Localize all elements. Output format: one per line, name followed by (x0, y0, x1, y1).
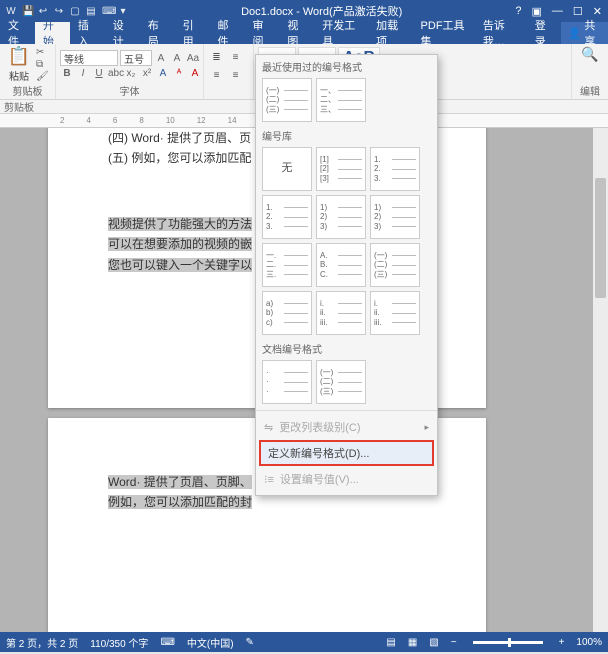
tab-mail[interactable]: 邮件 (210, 22, 245, 44)
numbering-option[interactable]: 1.2.3. (262, 195, 312, 239)
qat-more-icon[interactable]: ▾ (118, 6, 128, 17)
redo-icon[interactable]: ↪ (54, 6, 64, 17)
change-case-icon[interactable]: Aa (186, 53, 200, 64)
grow-font-icon[interactable]: A (154, 53, 168, 64)
view-web-icon[interactable]: ▧ (429, 637, 438, 648)
align-center-icon[interactable]: ≡ (227, 67, 244, 83)
status-ime-icon[interactable]: ⌨ (160, 637, 174, 648)
open-icon[interactable]: ▤ (86, 6, 96, 17)
align-left-icon[interactable]: ≡ (208, 67, 225, 83)
numbering-option[interactable]: a)b)c) (262, 291, 312, 335)
font-color-icon[interactable]: A (188, 68, 202, 79)
tab-pdf[interactable]: PDF工具集 (413, 22, 476, 44)
clipboard-icon: 📋 (8, 46, 30, 67)
tab-layout[interactable]: 布局 (140, 22, 175, 44)
tab-references[interactable]: 引用 (175, 22, 210, 44)
underline-icon[interactable]: U (92, 68, 106, 79)
vertical-scrollbar[interactable] (593, 128, 608, 632)
group-font: 等线 五号 A A Aa B I U abc x₂ x² A ᴬ A (56, 44, 204, 99)
tab-developer[interactable]: 开发工具 (314, 22, 368, 44)
dd-docformat-label: 文档编号格式 (256, 337, 437, 358)
undo-icon[interactable]: ↩ (38, 6, 48, 17)
minimize-icon[interactable]: — (552, 5, 563, 17)
subscript-icon[interactable]: x₂ (124, 68, 138, 79)
status-bar: 第 2 页，共 2 页 110/350 个字 ⌨ 中文(中国) ✎ ▤ ▦ ▧ … (0, 632, 608, 652)
font-size-select[interactable]: 五号 (120, 50, 152, 66)
share-button[interactable]: 👤共享 (561, 22, 608, 44)
shrink-font-icon[interactable]: A (170, 53, 184, 64)
numbering-option[interactable]: (一)(二)(三) (262, 78, 312, 122)
group-edit: 🔍 编辑 (572, 44, 608, 99)
numbering-option[interactable]: i.ii.iii. (316, 291, 366, 335)
view-readmode-icon[interactable]: ▤ (386, 637, 395, 648)
status-words[interactable]: 110/350 个字 (90, 635, 148, 650)
bullets-icon[interactable]: ≣ (208, 49, 225, 65)
dd-library-label: 编号库 (256, 124, 437, 145)
tab-loadtest[interactable]: 加载项 (368, 22, 412, 44)
numbering-dropdown: 最近使用过的编号格式 (一)(二)(三)一、二、三、 编号库 无[1][2][3… (255, 54, 438, 496)
menu-tabs: 文件 开始 插入 设计 布局 引用 邮件 审阅 视图 开发工具 加载项 PDF工… (0, 22, 608, 44)
group-paragraph: ≣ ≡ ≡ ≡ (204, 44, 254, 99)
italic-icon[interactable]: I (76, 68, 90, 79)
print-icon[interactable]: ⌨ (102, 6, 112, 17)
save-icon[interactable]: 💾 (22, 6, 32, 17)
numbering-option[interactable]: A.B.C. (316, 243, 366, 287)
tab-home[interactable]: 开始 (35, 22, 70, 44)
numbering-option[interactable]: 1.2.3. (370, 147, 420, 191)
group-clipboard: 📋 粘贴 ✂ ⧉ 🖌 剪贴板 (0, 44, 56, 99)
numbering-option[interactable]: ··· (262, 360, 312, 404)
find-icon[interactable]: 🔍 (581, 46, 598, 63)
scrollbar-thumb[interactable] (595, 178, 606, 298)
close-icon[interactable]: ✕ (593, 5, 602, 18)
paste-button[interactable]: 📋 粘贴 (4, 46, 34, 83)
dd-recent-label: 最近使用过的编号格式 (256, 55, 437, 76)
tellme[interactable]: 告诉我… (476, 22, 528, 44)
status-track-icon[interactable]: ✎ (246, 637, 254, 648)
numbering-option[interactable]: (一)(二)(三) (316, 360, 366, 404)
numbering-option[interactable]: 一.二.三. (262, 243, 312, 287)
dd-define-new[interactable]: 定义新编号格式(D)... (260, 441, 433, 465)
strikethrough-icon[interactable]: abc (108, 68, 122, 79)
zoom-value[interactable]: 100% (576, 637, 602, 648)
help-icon[interactable]: ? (515, 5, 521, 17)
dd-set-value: ⁝≡ 设置编号值(V)... (256, 467, 437, 491)
chevron-right-icon: ▸ (424, 422, 429, 433)
zoom-in-icon[interactable]: + (559, 637, 565, 648)
bold-icon[interactable]: B (60, 68, 74, 79)
superscript-icon[interactable]: x² (140, 68, 154, 79)
dd-change-level: ⇋ 更改列表级别(C) ▸ (256, 415, 437, 439)
set-value-icon: ⁝≡ (264, 473, 274, 486)
numbering-option[interactable]: [1][2][3] (316, 147, 366, 191)
numbering-icon[interactable]: ≡ (227, 49, 244, 65)
numbering-option[interactable]: i.ii.iii. (370, 291, 420, 335)
highlight-icon[interactable]: ᴬ (172, 68, 186, 79)
new-icon[interactable]: ▢ (70, 6, 80, 17)
tab-file[interactable]: 文件 (0, 22, 35, 44)
zoom-slider[interactable] (473, 641, 543, 644)
numbering-option[interactable]: 1)2)3) (316, 195, 366, 239)
status-page[interactable]: 第 2 页，共 2 页 (6, 635, 78, 650)
zoom-out-icon[interactable]: − (451, 637, 457, 648)
login[interactable]: 登录 (528, 22, 561, 44)
numbering-option[interactable]: 1)2)3) (370, 195, 420, 239)
word-icon: W (6, 6, 16, 17)
numbering-option[interactable]: 无 (262, 147, 312, 191)
cut-icon[interactable]: ✂ (36, 47, 49, 58)
status-lang[interactable]: 中文(中国) (187, 635, 234, 650)
maximize-icon[interactable]: ☐ (573, 5, 583, 18)
text-effects-icon[interactable]: A (156, 68, 170, 79)
tab-insert[interactable]: 插入 (70, 22, 105, 44)
numbering-option[interactable]: 一、二、三、 (316, 78, 366, 122)
list-level-icon: ⇋ (264, 421, 273, 434)
view-print-icon[interactable]: ▦ (408, 637, 417, 648)
numbering-option[interactable]: (一)(二)(三) (370, 243, 420, 287)
tab-design[interactable]: 设计 (105, 22, 140, 44)
copy-icon[interactable]: ⧉ (36, 59, 49, 70)
ribbon-options-icon[interactable]: ▣ (532, 5, 542, 18)
format-painter-icon[interactable]: 🖌 (36, 71, 49, 82)
font-family-select[interactable]: 等线 (60, 50, 118, 66)
tab-view[interactable]: 视图 (279, 22, 314, 44)
tab-review[interactable]: 审阅 (244, 22, 279, 44)
